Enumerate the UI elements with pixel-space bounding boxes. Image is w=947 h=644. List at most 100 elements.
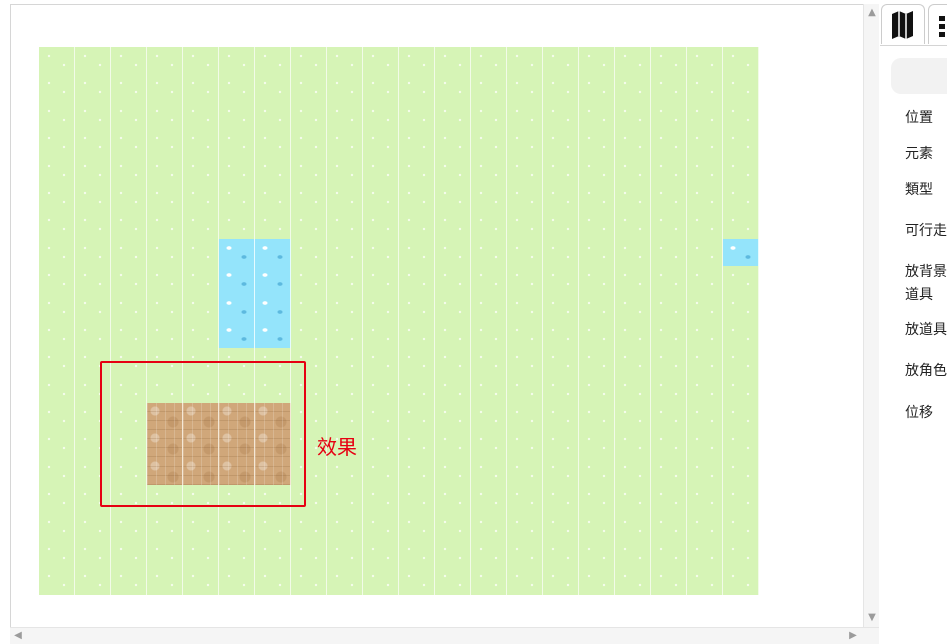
grass-tile[interactable] <box>543 293 579 321</box>
grass-tile[interactable] <box>183 485 219 513</box>
grass-tile[interactable] <box>471 430 507 458</box>
grass-tile[interactable] <box>363 156 399 184</box>
grass-tile[interactable] <box>291 183 327 212</box>
grass-tile[interactable] <box>579 47 615 75</box>
grass-tile[interactable] <box>363 348 399 376</box>
grass-tile[interactable] <box>435 211 471 239</box>
wood-tile[interactable] <box>255 403 291 431</box>
grass-tile[interactable] <box>399 348 435 376</box>
scroll-left-icon[interactable]: ◀ <box>13 631 23 641</box>
wood-tile[interactable] <box>147 457 183 486</box>
grass-tile[interactable] <box>327 47 363 75</box>
grass-tile[interactable] <box>327 375 363 404</box>
wood-tile[interactable] <box>255 430 291 458</box>
grass-tile[interactable] <box>651 403 687 431</box>
grass-tile[interactable] <box>255 485 291 513</box>
grass-tile[interactable] <box>471 348 507 376</box>
grass-tile[interactable] <box>75 101 111 130</box>
grass-tile[interactable] <box>435 47 471 75</box>
grass-tile[interactable] <box>39 457 75 486</box>
grass-tile[interactable] <box>219 540 255 568</box>
grass-tile[interactable] <box>543 512 579 541</box>
grass-tile[interactable] <box>579 266 615 294</box>
grass-tile[interactable] <box>543 375 579 404</box>
grass-tile[interactable] <box>579 129 615 157</box>
grass-tile[interactable] <box>399 540 435 568</box>
grass-tile[interactable] <box>291 156 327 184</box>
grass-tile[interactable] <box>687 293 723 321</box>
grass-tile[interactable] <box>75 403 111 431</box>
grass-tile[interactable] <box>651 129 687 157</box>
grass-tile[interactable] <box>219 183 255 212</box>
grass-tile[interactable] <box>615 74 651 102</box>
grass-tile[interactable] <box>147 485 183 513</box>
grass-tile[interactable] <box>75 348 111 376</box>
grass-tile[interactable] <box>291 238 327 267</box>
grass-tile[interactable] <box>435 101 471 130</box>
grass-tile[interactable] <box>579 74 615 102</box>
grass-tile[interactable] <box>687 74 723 102</box>
grass-tile[interactable] <box>399 293 435 321</box>
grass-tile[interactable] <box>435 156 471 184</box>
grass-tile[interactable] <box>399 512 435 541</box>
grass-tile[interactable] <box>543 403 579 431</box>
grass-tile[interactable] <box>507 403 543 431</box>
grass-tile[interactable] <box>39 129 75 157</box>
grass-tile[interactable] <box>147 540 183 568</box>
grass-tile[interactable] <box>147 375 183 404</box>
grass-tile[interactable] <box>219 567 255 595</box>
grass-tile[interactable] <box>75 156 111 184</box>
grass-tile[interactable] <box>75 211 111 239</box>
grass-tile[interactable] <box>327 403 363 431</box>
grass-tile[interactable] <box>651 101 687 130</box>
grass-tile[interactable] <box>183 238 219 267</box>
grass-tile[interactable] <box>687 567 723 595</box>
grass-tile[interactable] <box>255 512 291 541</box>
grass-tile[interactable] <box>111 512 147 541</box>
tab-more[interactable] <box>928 4 947 44</box>
grass-tile[interactable] <box>183 101 219 130</box>
grass-tile[interactable] <box>651 293 687 321</box>
grass-tile[interactable] <box>435 238 471 267</box>
grass-tile[interactable] <box>183 375 219 404</box>
grass-tile[interactable] <box>543 567 579 595</box>
grass-tile[interactable] <box>255 540 291 568</box>
grass-tile[interactable] <box>363 293 399 321</box>
grass-tile[interactable] <box>687 156 723 184</box>
grass-tile[interactable] <box>75 567 111 595</box>
grass-tile[interactable] <box>75 430 111 458</box>
grass-tile[interactable] <box>507 156 543 184</box>
grass-tile[interactable] <box>291 101 327 130</box>
grass-tile[interactable] <box>723 457 759 486</box>
grass-tile[interactable] <box>651 375 687 404</box>
grass-tile[interactable] <box>507 293 543 321</box>
grass-tile[interactable] <box>651 320 687 349</box>
grass-tile[interactable] <box>579 293 615 321</box>
grass-tile[interactable] <box>507 567 543 595</box>
grass-tile[interactable] <box>399 47 435 75</box>
grass-tile[interactable] <box>687 457 723 486</box>
water-tile[interactable] <box>219 320 255 349</box>
grass-tile[interactable] <box>363 183 399 212</box>
grass-tile[interactable] <box>399 74 435 102</box>
grass-tile[interactable] <box>723 540 759 568</box>
grass-tile[interactable] <box>327 348 363 376</box>
grass-tile[interactable] <box>579 348 615 376</box>
grass-tile[interactable] <box>399 266 435 294</box>
grass-tile[interactable] <box>327 101 363 130</box>
grass-tile[interactable] <box>687 348 723 376</box>
grass-tile[interactable] <box>651 238 687 267</box>
grass-tile[interactable] <box>39 403 75 431</box>
grass-tile[interactable] <box>363 375 399 404</box>
grass-tile[interactable] <box>543 211 579 239</box>
grass-tile[interactable] <box>399 457 435 486</box>
grass-tile[interactable] <box>291 403 327 431</box>
grass-tile[interactable] <box>39 320 75 349</box>
grass-tile[interactable] <box>39 567 75 595</box>
grass-tile[interactable] <box>471 74 507 102</box>
grass-tile[interactable] <box>291 348 327 376</box>
grass-tile[interactable] <box>651 156 687 184</box>
grass-tile[interactable] <box>507 457 543 486</box>
grass-tile[interactable] <box>615 183 651 212</box>
grass-tile[interactable] <box>435 320 471 349</box>
